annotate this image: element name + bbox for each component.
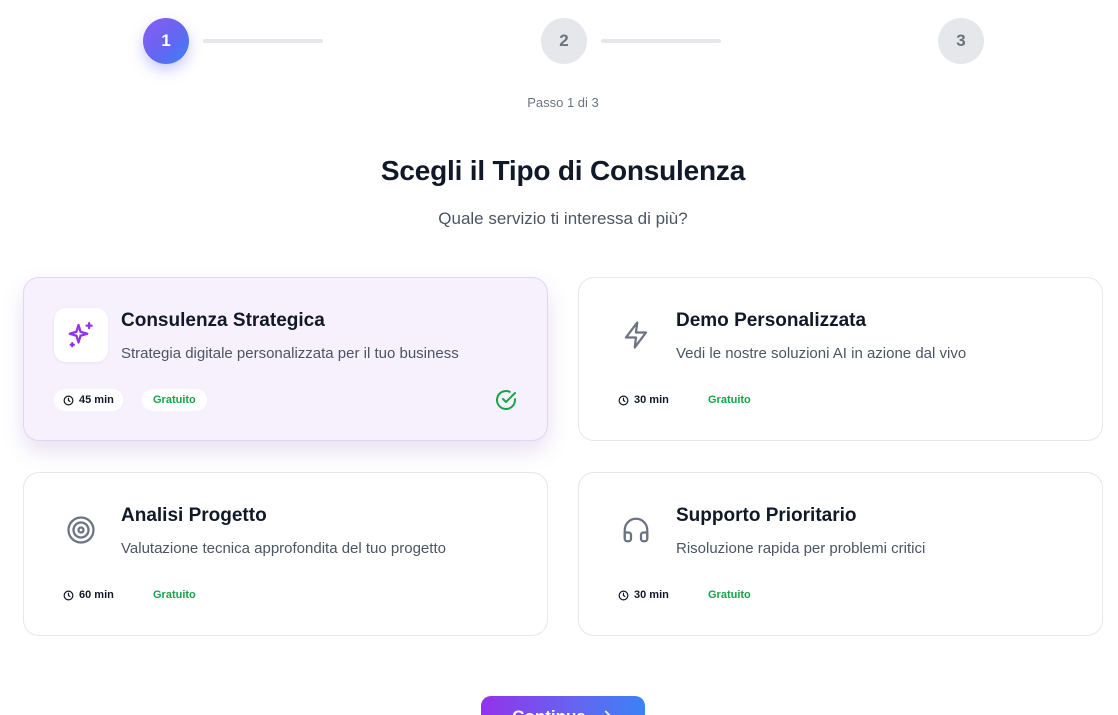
duration-badge: 45 min xyxy=(54,389,123,411)
duration-badge: 30 min xyxy=(609,389,678,411)
price-badge: Gratuito xyxy=(153,589,196,601)
check-circle-icon xyxy=(496,390,516,410)
arrow-right-icon xyxy=(604,710,611,715)
page-subtitle: Quale servizio ti interessa di più? xyxy=(438,209,688,228)
stepper: 1 2 3 xyxy=(0,0,1118,90)
step-connector-2 xyxy=(601,39,721,43)
card-description: Strategia digitale personalizzata per il… xyxy=(121,345,459,362)
step-2-indicator[interactable]: 2 xyxy=(541,18,587,64)
card-title: Consulenza Strategica xyxy=(121,310,325,331)
headphones-icon xyxy=(609,503,663,557)
card-title: Demo Personalizzata xyxy=(676,310,867,331)
consultation-wizard: 1 2 3 Passo 1 di 3 Scegli il Tipo di Con… xyxy=(0,0,1118,715)
service-card-analisi-progetto[interactable]: Analisi Progetto Valutazione tecnica app… xyxy=(23,472,548,636)
step-1-indicator[interactable]: 1 xyxy=(143,18,189,64)
service-card-supporto-prioritario[interactable]: Supporto Prioritario Risoluzione rapida … xyxy=(578,472,1103,636)
continue-button[interactable]: Continua xyxy=(481,696,645,715)
price-badge: Gratuito xyxy=(708,394,751,406)
duration-label: 30 min xyxy=(634,589,669,601)
card-title: Supporto Prioritario xyxy=(676,505,857,526)
service-card-demo-personalizzata[interactable]: Demo Personalizzata Vedi le nostre soluz… xyxy=(578,277,1103,441)
price-badge: Gratuito xyxy=(142,389,207,411)
target-icon xyxy=(54,503,108,557)
clock-icon xyxy=(63,590,74,600)
continue-label: Continua xyxy=(512,707,586,715)
service-card-consulenza-strategica[interactable]: Consulenza Strategica Strategia digitale… xyxy=(23,277,548,441)
clock-icon xyxy=(618,590,629,600)
step-3-indicator[interactable]: 3 xyxy=(938,18,984,64)
duration-label: 30 min xyxy=(634,394,669,406)
card-description: Valutazione tecnica approfondita del tuo… xyxy=(121,540,446,557)
price-badge: Gratuito xyxy=(708,589,751,601)
step-connector-1 xyxy=(203,39,323,43)
lightning-icon xyxy=(609,308,663,362)
sparkles-icon xyxy=(54,308,108,362)
duration-label: 60 min xyxy=(79,589,114,601)
step-caption: Passo 1 di 3 xyxy=(527,95,599,110)
card-description: Risoluzione rapida per problemi critici xyxy=(676,540,926,557)
duration-badge: 30 min xyxy=(609,584,678,606)
card-title: Analisi Progetto xyxy=(121,505,267,526)
duration-badge: 60 min xyxy=(54,584,123,606)
duration-label: 45 min xyxy=(79,394,114,406)
clock-icon xyxy=(618,395,629,405)
card-description: Vedi le nostre soluzioni AI in azione da… xyxy=(676,345,967,362)
page-title: Scegli il Tipo di Consulenza xyxy=(380,155,746,186)
clock-icon xyxy=(63,395,74,405)
